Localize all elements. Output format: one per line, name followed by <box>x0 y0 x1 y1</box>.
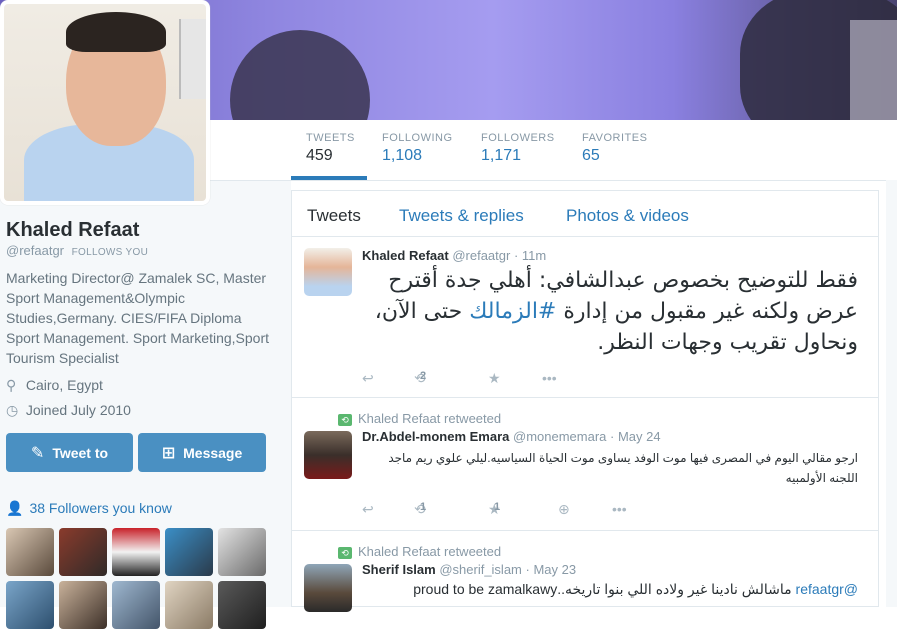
stat-followers[interactable]: FOLLOWERS 1,171 <box>481 132 555 165</box>
stat-label: FOLLOWERS <box>481 132 555 144</box>
tweet-to-label: Tweet to <box>52 444 109 461</box>
follower-avatar[interactable] <box>218 528 266 576</box>
profile-joined: ◷ Joined July 2010 <box>6 402 131 419</box>
more-icon[interactable]: ••• <box>612 501 627 517</box>
follower-avatar[interactable] <box>6 581 54 629</box>
stat-tweets[interactable]: TWEETS 459 <box>306 132 355 165</box>
profile-avatar[interactable] <box>0 0 210 205</box>
tab-tweets[interactable]: Tweets <box>307 206 361 226</box>
stat-value: 1,171 <box>481 147 522 164</box>
profile-bio: Marketing Director@ Zamalek SC, Master S… <box>6 270 270 366</box>
map-pin-icon: ⚲ <box>6 377 17 393</box>
tweet-author-avatar[interactable] <box>304 564 352 612</box>
stat-label: FAVORITES <box>582 132 648 144</box>
joined-text: Joined July 2010 <box>25 402 131 418</box>
tweet-text: @refaatgr ماشالش نادينا غير ولاده اللي ب… <box>358 579 858 599</box>
tweet-header: Sherif Islam @sherif_islam · May 23 <box>362 562 576 577</box>
tweet-author-name[interactable]: Dr.Abdel-monem Emara <box>362 429 509 444</box>
tweet-text: ارجو مقالي اليوم في المصرى فيها موت الوف… <box>388 451 858 485</box>
follow-icon[interactable]: ⊕ <box>558 501 570 518</box>
tweet-author-name[interactable]: Khaled Refaat <box>362 248 449 263</box>
mention-link[interactable]: @refaatgr <box>796 581 858 597</box>
hashtag-link[interactable]: #الزمالك <box>469 299 556 324</box>
tweet-timestamp[interactable]: · May 23 <box>526 562 577 577</box>
timeline: Tweets Tweets & replies Photos & videos … <box>291 190 879 612</box>
tweet-header: Dr.Abdel-monem Emara @monememara · May 2… <box>362 429 661 444</box>
stat-label: TWEETS <box>306 132 355 144</box>
follower-avatar[interactable] <box>218 581 266 629</box>
retweet-count: 2 <box>420 370 427 382</box>
follower-avatar[interactable] <box>165 581 213 629</box>
retweet-icon: ⟲ <box>338 413 352 426</box>
tweet-header: Khaled Refaat @refaatgr · 11m <box>362 248 546 263</box>
retweet-count: 1 <box>420 501 427 513</box>
stat-following[interactable]: FOLLOWING 1,108 <box>382 132 453 165</box>
banner-figure <box>850 20 897 120</box>
stat-label: FOLLOWING <box>382 132 453 144</box>
tweet-item[interactable]: ⟲ Khaled Refaat retweeted Dr.Abdel-monem … <box>292 398 878 531</box>
profile-name[interactable]: Khaled Refaat <box>6 219 139 242</box>
stat-favorites[interactable]: FAVORITES 65 <box>582 132 647 165</box>
retweeted-by-text[interactable]: Khaled Refaat retweeted <box>358 411 501 426</box>
tweet-text-part: ماشالش نادينا غير ولاده اللي بنوا تاريخه… <box>413 581 796 597</box>
follows-you-badge: FOLLOWS YOU <box>71 247 149 258</box>
timeline-tabs: Tweets Tweets & replies Photos & videos <box>292 191 878 237</box>
compose-icon: ✎ <box>30 444 45 462</box>
followers-you-know-label: 38 Followers you know <box>29 500 172 516</box>
tweet-author-avatar[interactable] <box>304 431 352 479</box>
follower-avatar[interactable] <box>6 528 54 576</box>
message-icon: ⊞ <box>161 444 176 462</box>
message-button[interactable]: ⊞ Message <box>138 433 266 472</box>
profile-location: ⚲ Cairo, Egypt <box>6 377 103 394</box>
profile-handle-row: @refaatgr FOLLOWS YOU <box>6 243 148 258</box>
active-stat-underline <box>291 176 367 180</box>
tab-tweets-replies[interactable]: Tweets & replies <box>399 206 524 226</box>
avatar-hair <box>66 12 166 52</box>
followers-you-know-link[interactable]: 👤 38 Followers you know <box>6 500 172 517</box>
tweet-author-handle[interactable]: @monememara <box>513 429 606 444</box>
follower-avatar[interactable] <box>165 528 213 576</box>
location-text: Cairo, Egypt <box>25 377 103 393</box>
retweet-context: ⟲ Khaled Refaat retweeted <box>338 544 501 559</box>
follower-avatar[interactable] <box>59 581 107 629</box>
tweet-author-handle[interactable]: @refaatgr <box>452 248 510 263</box>
retweet-context: ⟲ Khaled Refaat retweeted <box>338 411 501 426</box>
reply-icon[interactable]: ↩ <box>362 501 374 518</box>
retweeted-by-text[interactable]: Khaled Refaat retweeted <box>358 544 501 559</box>
tab-photos-videos[interactable]: Photos & videos <box>566 206 689 226</box>
reply-icon[interactable]: ↩ <box>362 370 374 387</box>
tweet-author-avatar[interactable] <box>304 248 352 296</box>
tweet-timestamp[interactable]: · 11m <box>514 248 546 263</box>
tweet-item[interactable]: ⟲ Khaled Refaat retweeted Sherif Islam @s… <box>292 531 878 612</box>
tweet-text: فقط للتوضيح بخصوص عبدالشافي: أهلي جدة أق… <box>358 265 858 358</box>
stat-value: 1,108 <box>382 147 423 164</box>
page-scrollbar[interactable] <box>886 180 897 607</box>
follower-avatar[interactable] <box>112 581 160 629</box>
retweet-icon: ⟲ <box>338 546 352 559</box>
favorite-count: 1 <box>494 501 501 513</box>
stat-value: 459 <box>306 147 333 164</box>
message-label: Message <box>183 444 243 461</box>
tweet-author-handle[interactable]: @sherif_islam <box>439 562 522 577</box>
tweet-timestamp[interactable]: · May 24 <box>610 429 661 444</box>
tweet-item[interactable]: Khaled Refaat @refaatgr · 11m فقط للتوضي… <box>292 237 878 398</box>
banner-figure <box>230 30 370 120</box>
tweet-to-button[interactable]: ✎ Tweet to <box>6 433 133 472</box>
more-icon[interactable]: ••• <box>542 370 557 386</box>
stat-value: 65 <box>582 147 600 164</box>
profile-handle[interactable]: @refaatgr <box>6 243 64 258</box>
follower-avatar[interactable] <box>59 528 107 576</box>
user-icon: 👤 <box>6 500 24 516</box>
clock-icon: ◷ <box>6 402 19 418</box>
tweet-author-name[interactable]: Sherif Islam <box>362 562 436 577</box>
favorite-icon[interactable]: ★ <box>488 370 501 387</box>
follower-avatar[interactable] <box>112 528 160 576</box>
avatar-background-logo <box>179 19 206 99</box>
